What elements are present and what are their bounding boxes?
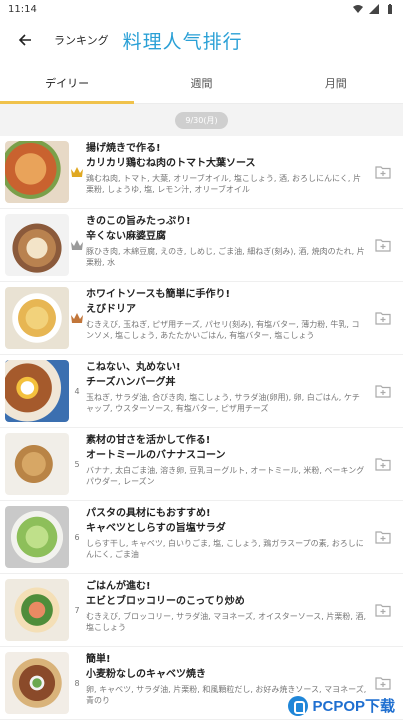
- recipe-catchphrase: パスタの具材にもおすすめ!: [86, 508, 211, 519]
- tab-weekly[interactable]: 週間: [134, 62, 268, 103]
- recipe-ingredients: 鶏むね肉, トマト, 大葉, オリーブオイル, 塩こしょう, 酒, おろしにんに…: [86, 174, 361, 194]
- recipe-title[interactable]: オートミールのバナナスコーン: [86, 448, 367, 463]
- recipe-title[interactable]: キャベツとしらすの旨塩サラダ: [86, 521, 367, 536]
- rank-crown-bronze: [69, 287, 85, 349]
- save-folder-button[interactable]: [367, 141, 399, 203]
- wifi-icon: [353, 5, 363, 13]
- save-folder-button[interactable]: [367, 579, 399, 641]
- date-row: 9/30(月): [0, 104, 403, 136]
- folder-add-icon: [375, 239, 391, 252]
- list-item[interactable]: ホワイトソースも簡単に手作り! えびドリア むきえび, 玉ねぎ, ピザ用チーズ,…: [0, 282, 403, 355]
- back-arrow-icon[interactable]: [14, 29, 36, 51]
- save-folder-button[interactable]: [367, 287, 399, 349]
- recipe-title[interactable]: チーズハンバーグ丼: [86, 375, 367, 390]
- watermark-logo-icon: [288, 695, 309, 716]
- watermark: PCPOP下载: [284, 693, 399, 718]
- rank-number: 6: [74, 532, 80, 542]
- watermark-text: PCPOP下载: [312, 698, 395, 715]
- tab-daily[interactable]: デイリー: [0, 62, 135, 104]
- recipe-catchphrase: ホワイトソースも簡単に手作り!: [86, 289, 231, 300]
- gold-crown-icon: [71, 167, 83, 177]
- recipe-list: 揚げ焼きで作る! カリカリ鶏むね肉のトマト大葉ソース 鶏むね肉, トマト, 大葉…: [0, 136, 403, 720]
- status-bar: 11:14: [0, 0, 403, 18]
- recipe-catchphrase: 素材の甘さを活かして作る!: [86, 435, 211, 446]
- recipe-catchphrase: ごはんが進む!: [86, 581, 151, 592]
- recipe-ingredients: 玉ねぎ, サラダ油, 合びき肉, 塩こしょう, サラダ油(卵用), 卵, 白ごは…: [86, 393, 360, 413]
- folder-add-icon: [375, 604, 391, 617]
- save-folder-button[interactable]: [367, 214, 399, 276]
- list-item[interactable]: 5 素材の甘さを活かして作る! オートミールのバナナスコーン バナナ, 太白ごま…: [0, 428, 403, 501]
- recipe-title[interactable]: 辛くない麻婆豆腐: [86, 229, 367, 244]
- battery-icon: [388, 4, 392, 14]
- recipe-title[interactable]: エビとブロッコリーのこってり炒め: [86, 594, 367, 609]
- rank-number: 4: [74, 386, 80, 396]
- recipe-ingredients: しらす干し, キャベツ, 白いりごま, 塩, こしょう, 鶏ガラスープの素, お…: [86, 539, 364, 559]
- recipe-thumbnail: [5, 360, 69, 422]
- rank-number: 7: [74, 605, 80, 615]
- period-tabs: デイリー 週間 月間: [0, 62, 403, 104]
- list-item[interactable]: きのこの旨みたっぷり! 辛くない麻婆豆腐 豚ひき肉, 木綿豆腐, えのき, しめ…: [0, 209, 403, 282]
- list-item[interactable]: 7 ごはんが進む! エビとブロッコリーのこってり炒め むきえび, ブロッコリー,…: [0, 574, 403, 647]
- recipe-thumbnail: [5, 214, 69, 276]
- recipe-catchphrase: 簡単!: [86, 654, 111, 665]
- folder-add-icon: [375, 166, 391, 179]
- save-folder-button[interactable]: [367, 506, 399, 568]
- folder-add-icon: [375, 385, 391, 398]
- rank-crown-silver: [69, 214, 85, 276]
- recipe-catchphrase: こねない、丸めない!: [86, 362, 181, 373]
- status-icons: [353, 4, 395, 14]
- app-bar: ランキング 料理人气排行: [0, 18, 403, 62]
- signal-icon: [369, 4, 379, 14]
- save-folder-button[interactable]: [367, 433, 399, 495]
- list-item[interactable]: 4 こねない、丸めない! チーズハンバーグ丼 玉ねぎ, サラダ油, 合びき肉, …: [0, 355, 403, 428]
- recipe-thumbnail: [5, 433, 69, 495]
- recipe-catchphrase: 揚げ焼きで作る!: [86, 143, 161, 154]
- recipe-catchphrase: きのこの旨みたっぷり!: [86, 216, 191, 227]
- folder-add-icon: [375, 677, 391, 690]
- folder-add-icon: [375, 312, 391, 325]
- rank-number: 5: [74, 459, 80, 469]
- tab-monthly[interactable]: 月間: [269, 62, 403, 103]
- ranking-label: ランキング: [54, 34, 109, 47]
- rank-number: 8: [74, 678, 80, 688]
- rank-crown-gold: [69, 141, 85, 203]
- list-item[interactable]: 6 パスタの具材にもおすすめ! キャベツとしらすの旨塩サラダ しらす干し, キャ…: [0, 501, 403, 574]
- recipe-title[interactable]: 小麦粉なしのキャベツ焼き: [86, 667, 367, 682]
- recipe-thumbnail: [5, 579, 69, 641]
- recipe-thumbnail: [5, 141, 69, 203]
- silver-crown-icon: [71, 240, 83, 250]
- recipe-ingredients: 豚ひき肉, 木綿豆腐, えのき, しめじ, ごま油, 細ねぎ(刻み), 酒, 焼…: [86, 247, 365, 267]
- save-folder-button[interactable]: [367, 360, 399, 422]
- page-title: 料理人气排行: [122, 30, 243, 53]
- list-item[interactable]: 揚げ焼きで作る! カリカリ鶏むね肉のトマト大葉ソース 鶏むね肉, トマト, 大葉…: [0, 136, 403, 209]
- recipe-thumbnail: [5, 652, 69, 714]
- recipe-title[interactable]: えびドリア: [86, 302, 367, 317]
- recipe-ingredients: バナナ, 太白ごま油, 溶き卵, 豆乳ヨーグルト, オートミール, 米粉, ベー…: [86, 466, 365, 486]
- recipe-thumbnail: [5, 506, 69, 568]
- status-time: 11:14: [8, 3, 37, 15]
- recipe-title[interactable]: カリカリ鶏むね肉のトマト大葉ソース: [86, 156, 367, 171]
- date-badge: 9/30(月): [175, 111, 228, 129]
- recipe-thumbnail: [5, 287, 69, 349]
- folder-add-icon: [375, 531, 391, 544]
- bronze-crown-icon: [71, 313, 83, 323]
- recipe-ingredients: むきえび, ブロッコリー, サラダ油, マヨネーズ, オイスターソース, 片栗粉…: [86, 612, 367, 632]
- folder-add-icon: [375, 458, 391, 471]
- recipe-ingredients: むきえび, 玉ねぎ, ピザ用チーズ, パセリ(刻み), 有塩バター, 薄力粉, …: [86, 320, 360, 340]
